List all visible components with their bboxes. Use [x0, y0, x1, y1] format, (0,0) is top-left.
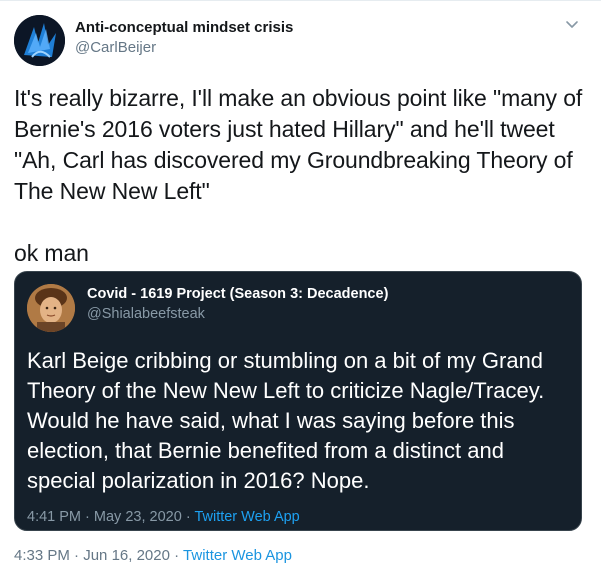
quoted-author-handle[interactable]: @Shialabeefsteak [87, 306, 205, 322]
tweet-card: Anti-conceptual mindset crisis @CarlBeij… [0, 0, 601, 578]
tweet-separator: · [74, 547, 80, 564]
tweet-text: It's really bizarre, I'll make an obviou… [14, 85, 583, 266]
tweet-separator-2: · [174, 547, 180, 564]
author-avatar[interactable] [14, 15, 65, 66]
tweet-source-link[interactable]: Twitter Web App [183, 547, 292, 564]
quoted-author-avatar[interactable] [27, 284, 75, 332]
quoted-tweet-separator-2: · [185, 509, 191, 525]
quoted-avatar-image [27, 284, 75, 332]
tweet-meta: 4:33 PM · Jun 16, 2020 · Twitter Web App [14, 547, 292, 564]
author-handle[interactable]: @CarlBeijer [75, 39, 156, 56]
quoted-tweet[interactable]: Covid - 1619 Project (Season 3: Decadenc… [14, 271, 582, 531]
author-display-name[interactable]: Anti-conceptual mindset crisis [75, 19, 293, 36]
tweet-time[interactable]: 4:33 PM [14, 547, 70, 564]
quoted-tweet-source-link[interactable]: Twitter Web App [194, 509, 299, 525]
quoted-tweet-separator: · [85, 509, 90, 525]
quoted-tweet-meta: 4:41 PM · May 23, 2020 · Twitter Web App [27, 509, 300, 525]
quoted-tweet-text: Karl Beige cribbing or stumbling on a bi… [27, 348, 545, 493]
quoted-tweet-time: 4:41 PM [27, 509, 81, 525]
tweet-date[interactable]: Jun 16, 2020 [83, 547, 170, 564]
quoted-tweet-date[interactable]: May 23, 2020 [94, 509, 182, 525]
quoted-author-display-name[interactable]: Covid - 1619 Project (Season 3: Decadenc… [87, 286, 388, 302]
chevron-down-icon[interactable] [565, 17, 579, 31]
author-avatar-image [14, 15, 65, 66]
